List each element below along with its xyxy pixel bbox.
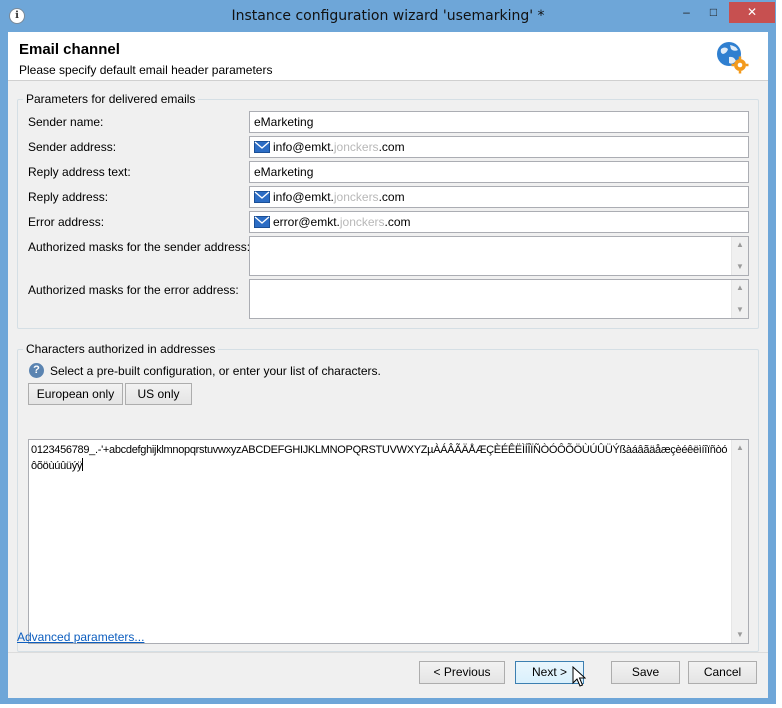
sender-name-field[interactable]: eMarketing [249,111,749,133]
characters-legend: Characters authorized in addresses [23,342,219,356]
close-button[interactable]: ✕ [729,2,775,23]
globe-gear-icon [717,42,749,74]
reply-text-value: eMarketing [254,165,314,179]
previous-button[interactable]: < Previous [419,661,505,684]
page-subtitle: Please specify default email header para… [19,63,273,77]
error-address-suffix: .com [384,215,411,229]
dialog-body: Email channel Please specify default ema… [8,32,768,698]
page-title: Email channel [19,41,120,58]
sender-masks-field[interactable]: ▲ ▼ [249,236,749,276]
error-masks-label: Authorized masks for the error address: [28,283,239,297]
error-address-blurred: jonckers [339,215,385,229]
scroll-down-icon[interactable]: ▼ [732,259,748,275]
characters-text: 0123456789_.-'+abcdefghijklmnopqrstuvwxy… [31,443,729,474]
help-icon: ? [29,363,44,378]
reply-address-prefix: info@emkt. [273,190,334,204]
sender-masks-label: Authorized masks for the sender address: [28,240,251,254]
sender-address-suffix: .com [378,140,405,154]
parameters-group: Parameters for delivered emails Sender n… [17,92,759,329]
maximize-button[interactable]: □ [700,2,727,23]
footer-divider [8,652,768,653]
reply-text-field[interactable]: eMarketing [249,161,749,183]
reply-text-label: Reply address text: [28,165,131,179]
advanced-parameters-link[interactable]: Advanced parameters... [17,630,144,644]
european-only-button[interactable]: European only [28,383,123,405]
wizard-header: Email channel Please specify default ema… [8,32,768,81]
sender-address-prefix: info@emkt. [273,140,334,154]
sender-address-label: Sender address: [28,140,117,154]
scroll-up-icon[interactable]: ▲ [732,280,748,296]
wizard-window: ℹ Instance configuration wizard 'usemark… [0,0,776,704]
characters-group: Characters authorized in addresses ? Sel… [17,342,759,652]
scroll-up-icon[interactable]: ▲ [732,237,748,253]
mouse-pointer-icon [572,666,586,687]
minimize-button[interactable]: – [673,2,700,23]
parameters-legend: Parameters for delivered emails [23,92,199,106]
sender-address-field[interactable]: info@emkt.jonckers.com [249,136,749,158]
error-address-label: Error address: [28,215,105,229]
cancel-button[interactable]: Cancel [688,661,757,684]
characters-scrollbar[interactable]: ▲ ▼ [731,440,748,643]
reply-address-field[interactable]: info@emkt.jonckers.com [249,186,749,208]
reply-address-label: Reply address: [28,190,109,204]
help-text: Select a pre-built configuration, or ent… [50,364,381,378]
characters-input[interactable]: 0123456789_.-'+abcdefghijklmnopqrstuvwxy… [28,439,749,644]
window-title: Instance configuration wizard 'usemarkin… [231,8,545,24]
scroll-down-icon[interactable]: ▼ [732,302,748,318]
characters-value: 0123456789_.-'+abcdefghijklmnopqrstuvwxy… [31,444,728,472]
error-address-prefix: error@emkt. [273,215,340,229]
reply-address-blurred: jonckers [333,190,379,204]
text-caret [82,458,84,471]
mail-icon [254,191,270,203]
sender-name-label: Sender name: [28,115,104,129]
mail-icon [254,141,270,153]
scroll-up-icon[interactable]: ▲ [732,440,748,456]
sender-masks-scrollbar[interactable]: ▲ ▼ [731,237,748,275]
error-address-field[interactable]: error@emkt.jonckers.com [249,211,749,233]
error-masks-field[interactable]: ▲ ▼ [249,279,749,319]
sender-name-value: eMarketing [254,115,314,129]
mail-icon [254,216,270,228]
save-button[interactable]: Save [611,661,680,684]
sender-address-blurred: jonckers [333,140,379,154]
error-masks-scrollbar[interactable]: ▲ ▼ [731,280,748,318]
title-bar[interactable]: ℹ Instance configuration wizard 'usemark… [1,1,775,32]
us-only-button[interactable]: US only [125,383,192,405]
reply-address-suffix: .com [378,190,405,204]
scroll-down-icon[interactable]: ▼ [732,627,748,643]
